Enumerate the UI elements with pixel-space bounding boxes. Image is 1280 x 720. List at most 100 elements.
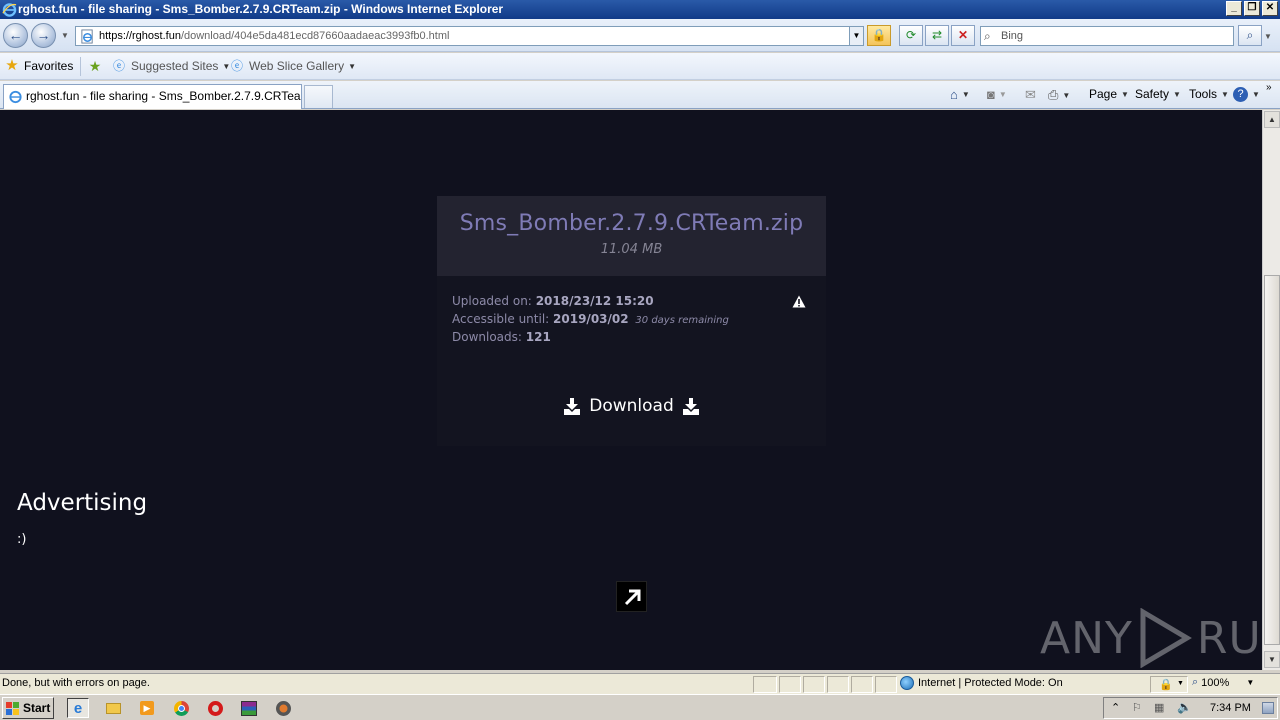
taskbar-ie-button[interactable]: e: [67, 698, 89, 718]
suggested-sites-label: Suggested Sites: [131, 59, 219, 73]
scrollbar-thumb[interactable]: [1264, 275, 1280, 645]
page-dropdown-icon: ▼: [1121, 89, 1129, 99]
protected-mode-icon: 🔒: [1159, 679, 1173, 691]
taskbar-opera-button[interactable]: [204, 698, 226, 718]
safety-menu[interactable]: Safety ▼: [1135, 87, 1181, 101]
page-scrollbar[interactable]: ▲ ▼: [1262, 110, 1280, 670]
search-placeholder: Bing: [1001, 30, 1024, 42]
back-button[interactable]: ←: [3, 23, 28, 48]
forward-button[interactable]: →: [31, 23, 56, 48]
refresh-icon[interactable]: ⇄: [925, 25, 949, 46]
page-menu[interactable]: Page ▼: [1089, 87, 1129, 101]
print-button[interactable]: ⎙ ▼: [1048, 87, 1070, 103]
new-tab-button[interactable]: [304, 85, 333, 108]
action-center-flag-icon[interactable]: ⚐: [1132, 701, 1142, 714]
anyrun-play-logo-icon: [1140, 608, 1192, 668]
feeds-button[interactable]: ◙ ▼: [987, 87, 1007, 102]
web-slice-dropdown-icon: ▼: [348, 61, 357, 71]
watermark-left-text: ANY: [1040, 612, 1133, 664]
address-url: https://rghost.fun/download/404e5da481ec…: [99, 30, 449, 42]
status-bar: Done, but with errors on page. Internet …: [0, 673, 1280, 694]
zoom-control[interactable]: ⌕ 100% ▼: [1192, 676, 1254, 689]
forward-arrow-icon: →: [36, 27, 51, 43]
mail-icon: ✉: [1025, 87, 1036, 102]
security-zone[interactable]: Internet | Protected Mode: On: [900, 676, 1063, 690]
status-message: Done, but with errors on page.: [2, 677, 150, 689]
volume-icon[interactable]: 🔈: [1177, 700, 1192, 714]
scroll-down-icon[interactable]: ▼: [1264, 651, 1280, 668]
read-mail-button[interactable]: ✉: [1025, 87, 1036, 103]
url-path: /download/404e5da481ecd87660aadaeac3993f…: [180, 30, 450, 42]
minimize-button[interactable]: _: [1226, 1, 1242, 16]
window-title: rghost.fun - file sharing - Sms_Bomber.2…: [18, 2, 504, 16]
status-cell: [827, 676, 849, 693]
favorites-star-icon: ★: [5, 57, 19, 74]
downloads-line: Downloads: 121: [452, 330, 551, 344]
taskbar-media-player-button[interactable]: ▶: [136, 698, 158, 718]
start-button[interactable]: Start: [2, 697, 54, 719]
rss-feed-icon: ◙: [987, 87, 995, 102]
page-menu-label: Page: [1089, 87, 1118, 101]
zoom-level: 100%: [1201, 676, 1230, 689]
favorites-button[interactable]: ★ Favorites: [4, 58, 73, 74]
more-commands-icon[interactable]: »: [1266, 82, 1272, 93]
media-player-icon: ▶: [140, 701, 154, 715]
web-slice-icon: ⓔ: [230, 59, 243, 73]
print-dropdown-icon: ▼: [1062, 90, 1071, 100]
web-slice-gallery-label: Web Slice Gallery: [249, 59, 345, 73]
accessible-line: Accessible until: 2019/03/02 30 days rem…: [452, 312, 729, 326]
show-hidden-icons-icon[interactable]: ⌃: [1111, 701, 1120, 714]
tools-dropdown-icon: ▼: [1221, 89, 1229, 99]
anyrun-watermark: ANY RUN: [1040, 608, 1262, 668]
search-input[interactable]: ⌕ Bing: [980, 26, 1234, 46]
taskbar-winrar-button[interactable]: [238, 698, 260, 718]
home-icon: ⌂: [950, 87, 958, 102]
add-to-favorites-bar-button[interactable]: ★: [87, 58, 103, 74]
web-slice-gallery-button[interactable]: ⓔ Web Slice Gallery ▼: [229, 58, 356, 74]
home-button[interactable]: ⌂ ▼: [950, 87, 970, 102]
advertising-text: :): [17, 532, 27, 547]
report-warning-icon[interactable]: [792, 295, 806, 308]
uploaded-line: Uploaded on: 2018/23/12 15:20: [452, 294, 654, 308]
window-title-bar: rghost.fun - file sharing - Sms_Bomber.2…: [0, 0, 1280, 19]
ie-taskbar-icon: e: [73, 699, 83, 717]
stop-icon[interactable]: ✕: [951, 25, 975, 46]
tab-bar: rghost.fun - file sharing - Sms_Bomber.2…: [0, 81, 1280, 109]
search-options-dropdown-icon[interactable]: ▼: [1264, 32, 1272, 41]
accessible-value: 2019/03/02: [553, 312, 629, 326]
folder-icon: [105, 702, 121, 714]
taskbar-app-button[interactable]: [272, 698, 294, 718]
tools-menu[interactable]: Tools ▼: [1189, 87, 1229, 101]
taskbar-clock[interactable]: 7:34 PM: [1210, 702, 1251, 714]
help-menu[interactable]: ? ▼: [1233, 87, 1260, 102]
address-dropdown-icon[interactable]: ▼: [849, 27, 863, 45]
days-remaining-note: 30 days remaining: [635, 315, 729, 326]
address-field[interactable]: https://rghost.fun/download/404e5da481ec…: [75, 26, 864, 46]
close-button[interactable]: ✕: [1262, 1, 1278, 16]
status-cell: [753, 676, 777, 693]
network-icon[interactable]: ▦: [1154, 701, 1164, 714]
scroll-up-icon[interactable]: ▲: [1264, 111, 1280, 128]
advertising-heading: Advertising: [17, 490, 148, 516]
protected-dropdown-icon: ▼: [1177, 680, 1184, 687]
search-button[interactable]: ⌕: [1238, 25, 1262, 46]
popup-blocker-cell[interactable]: 🔒 ▼: [1150, 676, 1188, 693]
taskbar-explorer-button[interactable]: [102, 698, 124, 718]
tab-rghost[interactable]: rghost.fun - file sharing - Sms_Bomber.2…: [3, 84, 302, 109]
favorites-separator: [80, 57, 81, 76]
suggested-sites-button[interactable]: ⓔ Suggested Sites ▼: [111, 58, 230, 74]
system-tray: ⌃ ⚐ ▦ 🔈 7:34 PM: [1103, 697, 1278, 719]
download-button[interactable]: Download: [437, 394, 826, 418]
file-info-card: Uploaded on: 2018/23/12 15:20 Accessible…: [437, 276, 826, 446]
safety-menu-label: Safety: [1135, 87, 1170, 101]
search-icon: ⌕: [1246, 28, 1254, 42]
compatibility-view-icon[interactable]: ⟳: [899, 25, 923, 46]
security-lock-icon[interactable]: 🔒: [867, 25, 891, 46]
status-cell: [875, 676, 897, 693]
taskbar-chrome-button[interactable]: [170, 698, 192, 718]
favorites-label: Favorites: [24, 59, 74, 73]
expand-arrow-icon[interactable]: [616, 581, 647, 612]
show-desktop-icon[interactable]: [1262, 702, 1274, 714]
recent-pages-dropdown-icon[interactable]: ▼: [61, 31, 69, 40]
restore-button[interactable]: ❐: [1244, 1, 1260, 16]
